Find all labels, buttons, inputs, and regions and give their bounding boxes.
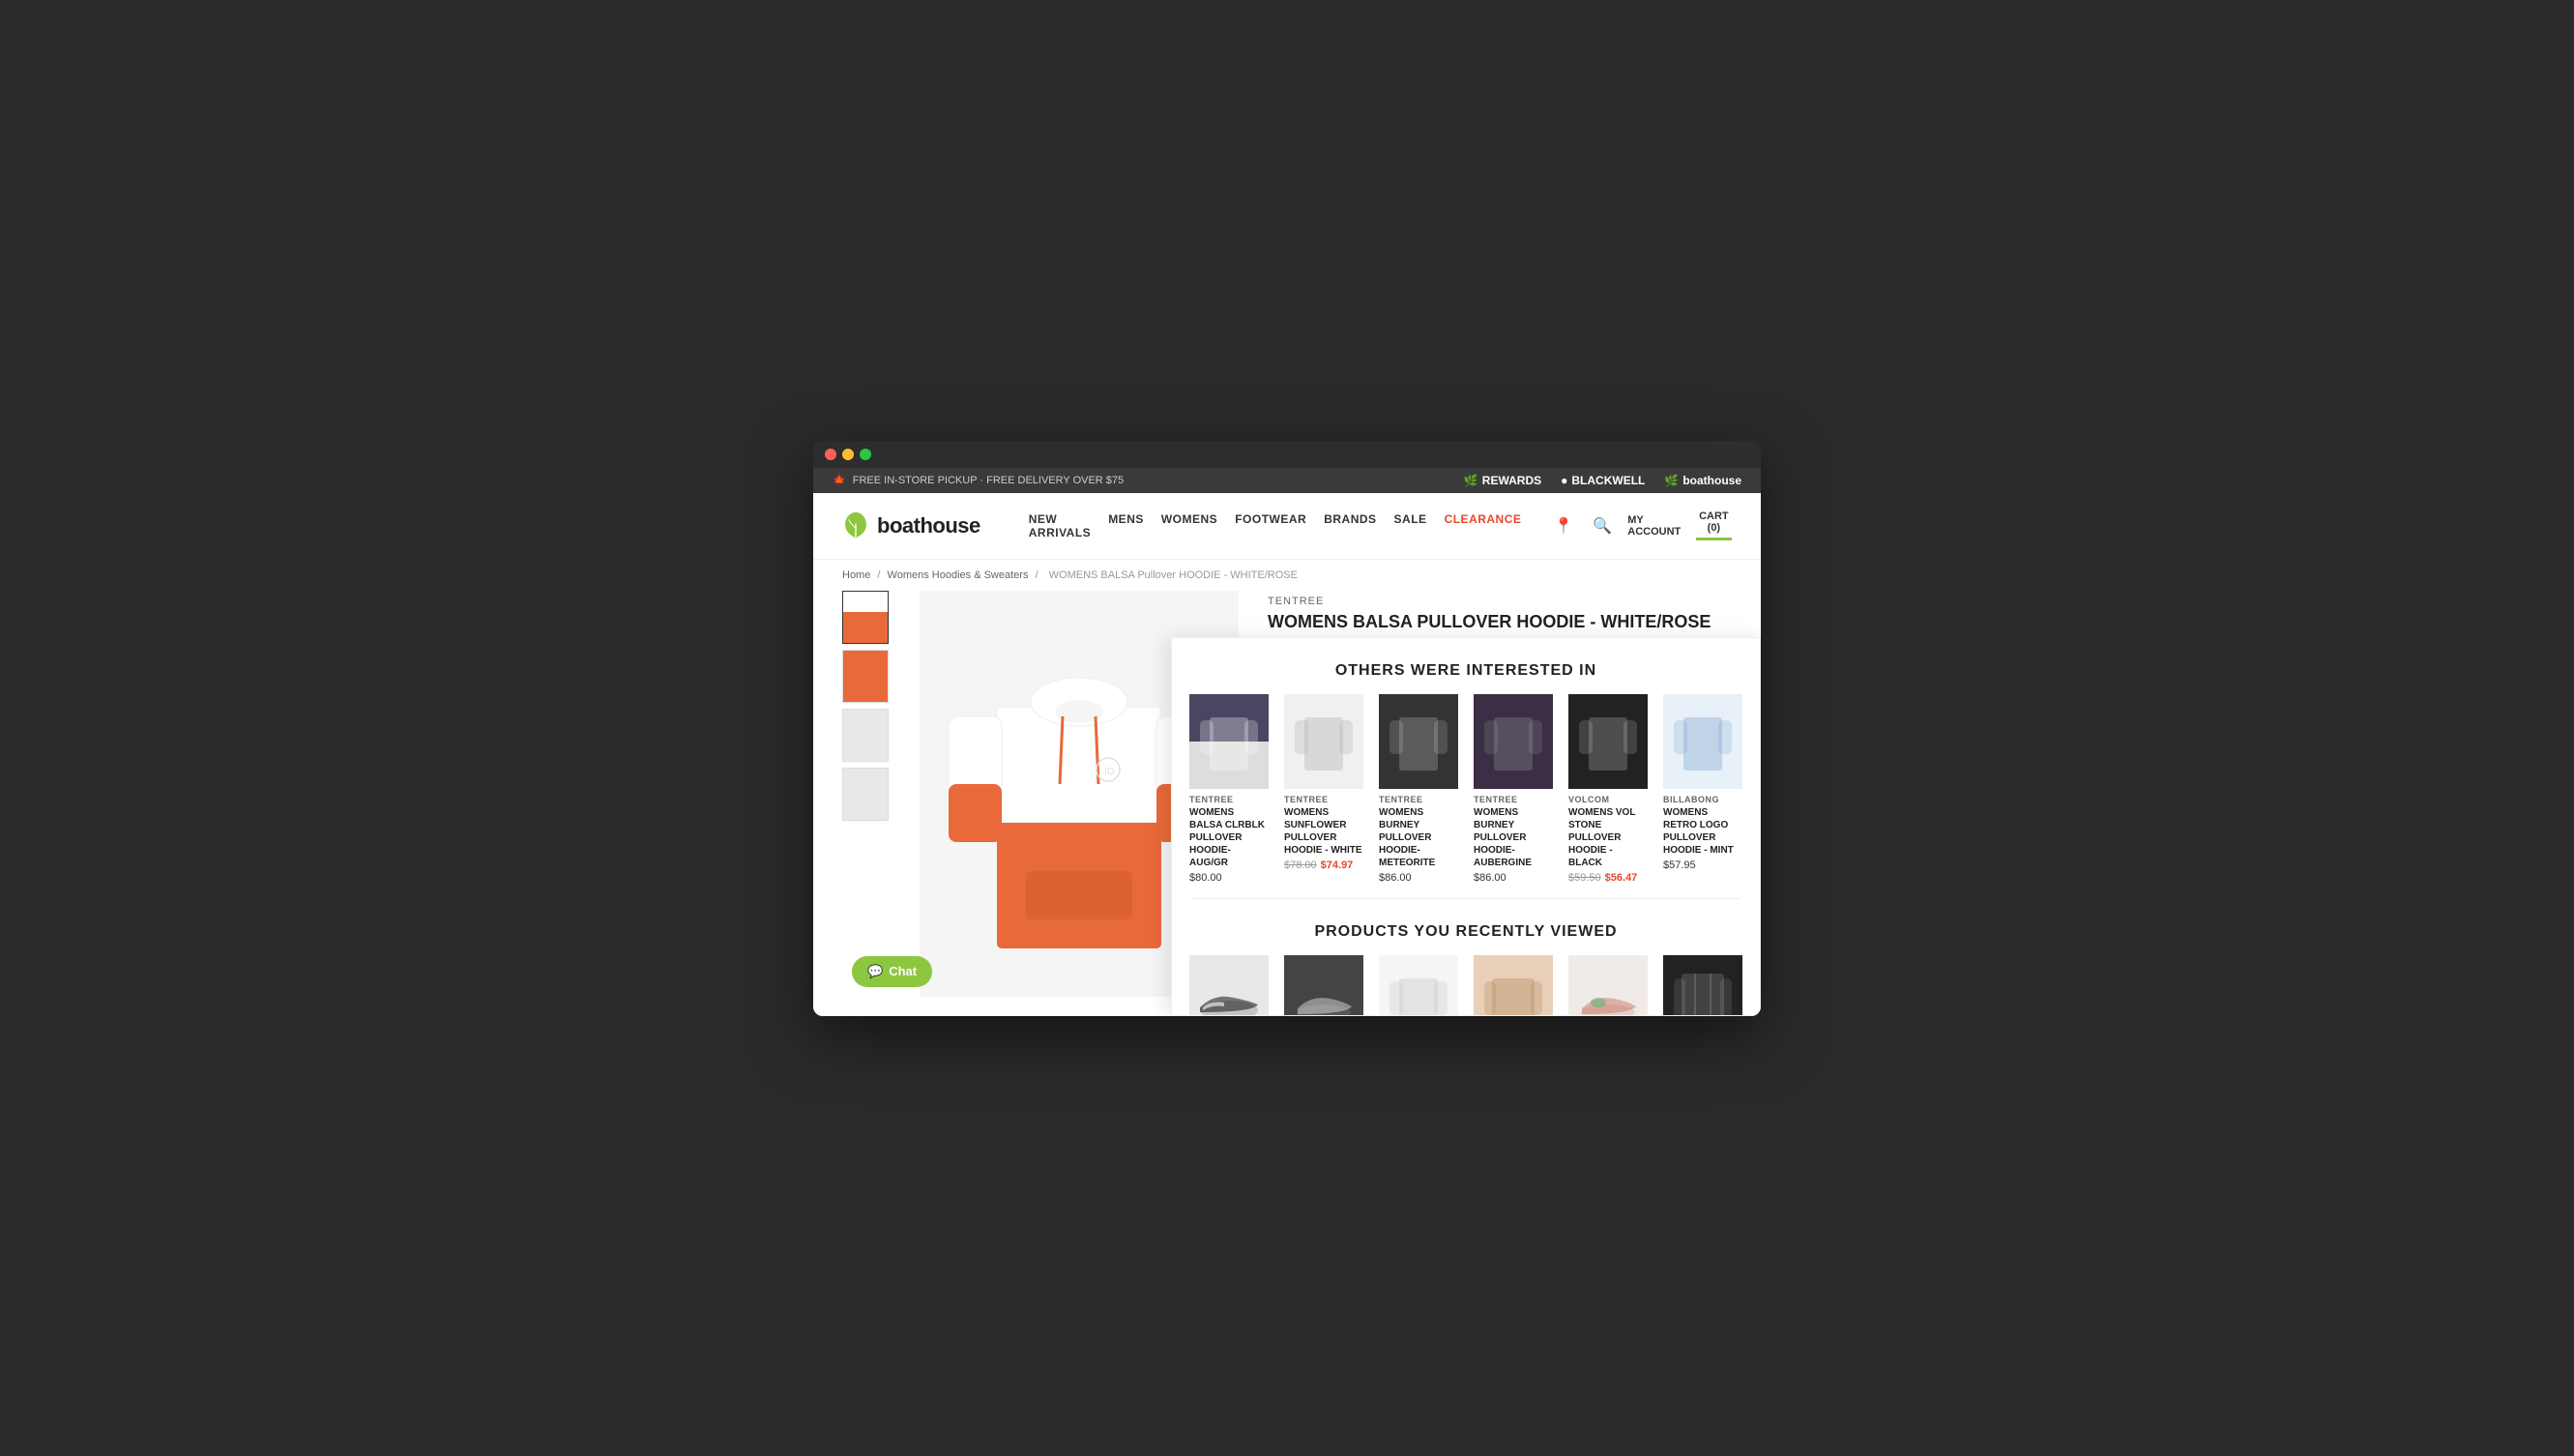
- others-card-0[interactable]: TENTREE WOMENS BALSA CLRBLK PULLOVER HOO…: [1182, 694, 1276, 884]
- recent-card-1-image: [1284, 955, 1363, 1016]
- recent-card-2[interactable]: BILLABONG WOMENS WARM REGARDS PULLOVER H…: [1371, 955, 1466, 1016]
- recent-card-3-image: [1474, 955, 1553, 1016]
- chat-bubble-icon: 💬: [867, 964, 883, 979]
- product-brand: TENTREE: [1268, 596, 1732, 607]
- nav-sale[interactable]: SALE: [1394, 493, 1427, 559]
- recommendations-overlay: OTHERS WERE INTERESTED IN: [1171, 637, 1761, 1016]
- blackwell-link[interactable]: ● BLACKWELL: [1561, 474, 1645, 487]
- others-card-4-price: $59.50$56.47: [1568, 872, 1648, 884]
- browser-close-dot[interactable]: [825, 449, 836, 460]
- boathouse-top-link[interactable]: 🌿 boathouse: [1664, 474, 1741, 487]
- chat-label: Chat: [889, 964, 917, 978]
- recent-card-5[interactable]: HARLOW WOMENS HARPER CARDI $58.00$39.99: [1655, 955, 1750, 1016]
- main-nav-links: NEW ARRIVALS MENS WOMENS FOOTWEAR BRANDS…: [1029, 493, 1522, 559]
- others-card-5[interactable]: BILLABONG WOMENS RETRO LOGO PULLOVER HOO…: [1655, 694, 1750, 884]
- others-card-3-image: [1474, 694, 1553, 789]
- others-card-2-image: [1379, 694, 1458, 789]
- logo-text: boathouse: [877, 513, 980, 539]
- recent-card-4[interactable]: ADIDAS WOMENS PHARRELL WILLIAMS TENNIS H…: [1561, 955, 1655, 1016]
- browser-minimize-dot[interactable]: [842, 449, 854, 460]
- recent-card-5-image: [1663, 955, 1742, 1016]
- others-card-1-image: [1284, 694, 1363, 789]
- recent-card-2-image: [1379, 955, 1458, 1016]
- nav-womens[interactable]: WOMENS: [1161, 493, 1217, 559]
- product-title: WOMENS BALSA PULLOVER HOODIE - WHITE/ROS…: [1268, 611, 1732, 633]
- others-card-2-name: WOMENS BURNEY PULLOVER HOODIE- METEORITE: [1379, 806, 1458, 869]
- others-card-5-name: WOMENS RETRO LOGO PULLOVER HOODIE - MINT: [1663, 806, 1742, 857]
- nav-clearance[interactable]: CLEARANCE: [1445, 493, 1522, 559]
- recent-card-3[interactable]: ONLY WOMENS ANNA SHERPA JACKET - SND $55…: [1466, 955, 1561, 1016]
- breadcrumb-current: WOMENS BALSA Pullover HOODIE - WHITE/ROS…: [1049, 569, 1298, 581]
- breadcrumb: Home / Womens Hoodies & Sweaters / WOMEN…: [813, 560, 1761, 591]
- search-icon-button[interactable]: 🔍: [1589, 512, 1616, 539]
- thumbnail-1[interactable]: [842, 591, 889, 644]
- others-card-0-price: $80.00: [1189, 872, 1269, 884]
- my-account-label[interactable]: MY ACCOUNT: [1627, 514, 1684, 538]
- recent-card-0[interactable]: CONVERSE WOMENS CHUCK TAYLOR ALLSTARS BA…: [1182, 955, 1276, 1016]
- cart-button[interactable]: CART (0): [1696, 510, 1732, 540]
- others-card-4-brand: VOLCOM: [1568, 795, 1648, 804]
- thumbnail-2[interactable]: [842, 650, 889, 703]
- recent-card-1[interactable]: CONVERSE WOMENS SHORELINE - BLACK $60.00…: [1276, 955, 1371, 1016]
- others-card-1-price: $78.00$74.97: [1284, 859, 1363, 871]
- browser-chrome: [813, 441, 1761, 468]
- location-icon-button[interactable]: 📍: [1550, 512, 1577, 539]
- svg-text:IO: IO: [1104, 767, 1115, 777]
- others-card-1[interactable]: TENTREE WOMENS SUNFLOWER PULLOVER HOODIE…: [1276, 694, 1371, 884]
- breadcrumb-separator-2: /: [1036, 569, 1041, 581]
- thumbnail-4[interactable]: [842, 768, 889, 821]
- breadcrumb-category[interactable]: Womens Hoodies & Sweaters: [888, 569, 1029, 581]
- others-card-3[interactable]: TENTREE WOMENS BURNEY PULLOVER HOODIE- A…: [1466, 694, 1561, 884]
- others-card-1-brand: TENTREE: [1284, 795, 1363, 804]
- others-card-4-name: WOMENS VOL STONE PULLOVER HOODIE - BLACK: [1568, 806, 1648, 869]
- others-card-0-brand: TENTREE: [1189, 795, 1269, 804]
- main-navigation: boathouse NEW ARRIVALS MENS WOMENS FOOTW…: [813, 493, 1761, 560]
- maple-leaf-icon: 🍁: [833, 475, 846, 486]
- others-card-3-brand: TENTREE: [1474, 795, 1553, 804]
- nav-mens[interactable]: MENS: [1108, 493, 1144, 559]
- recent-card-4-image: [1568, 955, 1648, 1016]
- browser-window: 🍁 FREE IN-STORE PICKUP · FREE DELIVERY O…: [813, 441, 1761, 1016]
- browser-maximize-dot[interactable]: [860, 449, 871, 460]
- website-content: 🍁 FREE IN-STORE PICKUP · FREE DELIVERY O…: [813, 468, 1761, 1016]
- nav-brands[interactable]: BRANDS: [1324, 493, 1376, 559]
- others-card-3-name: WOMENS BURNEY PULLOVER HOODIE- AUBERGINE: [1474, 806, 1553, 869]
- recently-viewed-heading: PRODUCTS YOU RECENTLY VIEWED: [1172, 899, 1760, 955]
- breadcrumb-separator-1: /: [877, 569, 883, 581]
- others-card-1-name: WOMENS SUNFLOWER PULLOVER HOODIE - WHITE: [1284, 806, 1363, 857]
- recently-viewed-section: PRODUCTS YOU RECENTLY VIEWED: [1172, 899, 1760, 1016]
- rewards-link[interactable]: 🌿 REWARDS: [1464, 474, 1541, 487]
- announcement-bar: 🍁 FREE IN-STORE PICKUP · FREE DELIVERY O…: [813, 468, 1761, 493]
- others-card-2[interactable]: TENTREE WOMENS BURNEY PULLOVER HOODIE- M…: [1371, 694, 1466, 884]
- announcement-text: 🍁 FREE IN-STORE PICKUP · FREE DELIVERY O…: [833, 474, 1124, 486]
- nav-new-arrivals[interactable]: NEW ARRIVALS: [1029, 493, 1091, 559]
- top-nav-links: 🌿 REWARDS ● BLACKWELL 🌿 boathouse: [1464, 474, 1741, 487]
- logo-leaf-icon: [842, 510, 869, 541]
- logo[interactable]: boathouse: [842, 496, 980, 556]
- others-heading: OTHERS WERE INTERESTED IN: [1172, 638, 1760, 694]
- others-interested-section: OTHERS WERE INTERESTED IN: [1172, 638, 1760, 898]
- others-card-5-brand: BILLABONG: [1663, 795, 1742, 804]
- others-card-2-price: $86.00: [1379, 872, 1458, 884]
- others-card-5-image: [1663, 694, 1742, 789]
- product-thumbnails: [842, 591, 891, 997]
- others-card-3-price: $86.00: [1474, 872, 1553, 884]
- thumbnail-3[interactable]: [842, 709, 889, 762]
- others-products-grid: TENTREE WOMENS BALSA CLRBLK PULLOVER HOO…: [1172, 694, 1760, 898]
- others-card-4[interactable]: VOLCOM WOMENS VOL STONE PULLOVER HOODIE …: [1561, 694, 1655, 884]
- chat-button[interactable]: 💬 Chat: [852, 956, 932, 987]
- others-card-0-name: WOMENS BALSA CLRBLK PULLOVER HOODIE- AUG…: [1189, 806, 1269, 869]
- recently-viewed-grid: CONVERSE WOMENS CHUCK TAYLOR ALLSTARS BA…: [1172, 955, 1760, 1016]
- others-card-5-price: $57.95: [1663, 859, 1742, 871]
- nav-icons-area: 📍 🔍 MY ACCOUNT CART (0): [1550, 510, 1732, 540]
- breadcrumb-home[interactable]: Home: [842, 569, 870, 581]
- others-card-4-image: [1568, 694, 1648, 789]
- recent-card-0-image: [1189, 955, 1269, 1016]
- others-card-0-image: [1189, 694, 1269, 789]
- others-card-2-brand: TENTREE: [1379, 795, 1458, 804]
- nav-footwear[interactable]: FOOTWEAR: [1235, 493, 1306, 559]
